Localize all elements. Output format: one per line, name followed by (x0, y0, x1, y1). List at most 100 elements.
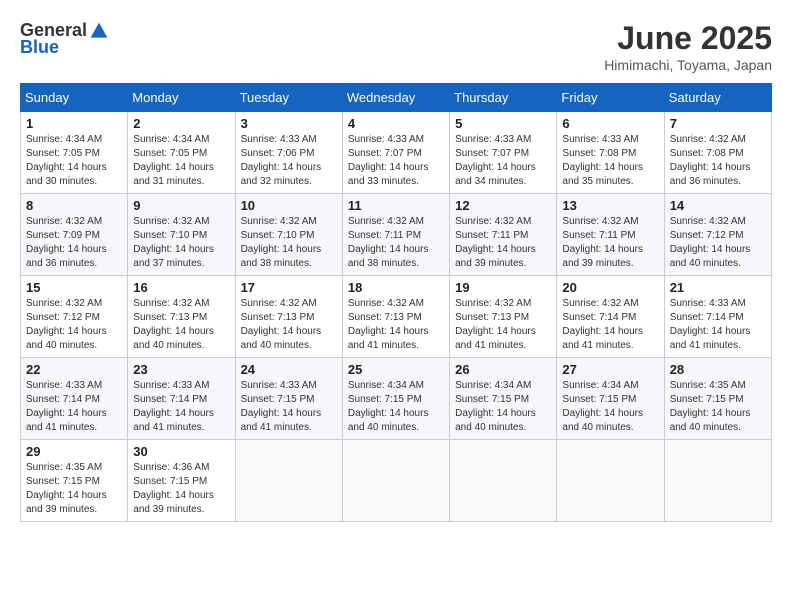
calendar-day-cell (450, 440, 557, 522)
calendar-day-cell: 21 Sunrise: 4:33 AM Sunset: 7:14 PM Dayl… (664, 276, 771, 358)
day-info: Sunrise: 4:33 AM Sunset: 7:08 PM Dayligh… (562, 133, 658, 189)
day-info: Sunrise: 4:32 AM Sunset: 7:11 PM Dayligh… (348, 215, 444, 271)
calendar-day-cell: 15 Sunrise: 4:32 AM Sunset: 7:12 PM Dayl… (21, 276, 128, 358)
day-number: 26 (455, 362, 551, 377)
calendar-day-cell: 29 Sunrise: 4:35 AM Sunset: 7:15 PM Dayl… (21, 440, 128, 522)
calendar-day-cell: 1 Sunrise: 4:34 AM Sunset: 7:05 PM Dayli… (21, 112, 128, 194)
day-number: 18 (348, 280, 444, 295)
calendar-day-cell (235, 440, 342, 522)
calendar-day-cell: 26 Sunrise: 4:34 AM Sunset: 7:15 PM Dayl… (450, 358, 557, 440)
calendar-day-cell: 23 Sunrise: 4:33 AM Sunset: 7:14 PM Dayl… (128, 358, 235, 440)
day-info: Sunrise: 4:33 AM Sunset: 7:07 PM Dayligh… (455, 133, 551, 189)
calendar-week-row: 8 Sunrise: 4:32 AM Sunset: 7:09 PM Dayli… (21, 194, 772, 276)
title-block: June 2025 Himimachi, Toyama, Japan (604, 20, 772, 73)
day-info: Sunrise: 4:32 AM Sunset: 7:12 PM Dayligh… (670, 215, 766, 271)
day-number: 20 (562, 280, 658, 295)
logo-icon (89, 21, 109, 41)
calendar-day-cell: 5 Sunrise: 4:33 AM Sunset: 7:07 PM Dayli… (450, 112, 557, 194)
calendar-day-cell: 25 Sunrise: 4:34 AM Sunset: 7:15 PM Dayl… (342, 358, 449, 440)
calendar-day-cell: 7 Sunrise: 4:32 AM Sunset: 7:08 PM Dayli… (664, 112, 771, 194)
calendar-day-cell: 9 Sunrise: 4:32 AM Sunset: 7:10 PM Dayli… (128, 194, 235, 276)
col-thursday: Thursday (450, 84, 557, 112)
calendar-day-cell: 14 Sunrise: 4:32 AM Sunset: 7:12 PM Dayl… (664, 194, 771, 276)
calendar-week-row: 22 Sunrise: 4:33 AM Sunset: 7:14 PM Dayl… (21, 358, 772, 440)
day-info: Sunrise: 4:32 AM Sunset: 7:13 PM Dayligh… (133, 297, 229, 353)
day-number: 1 (26, 116, 122, 131)
calendar-week-row: 29 Sunrise: 4:35 AM Sunset: 7:15 PM Dayl… (21, 440, 772, 522)
calendar-day-cell: 19 Sunrise: 4:32 AM Sunset: 7:13 PM Dayl… (450, 276, 557, 358)
calendar-day-cell (342, 440, 449, 522)
col-sunday: Sunday (21, 84, 128, 112)
calendar-header-row: Sunday Monday Tuesday Wednesday Thursday… (21, 84, 772, 112)
col-monday: Monday (128, 84, 235, 112)
day-info: Sunrise: 4:35 AM Sunset: 7:15 PM Dayligh… (670, 379, 766, 435)
day-number: 28 (670, 362, 766, 377)
calendar-location: Himimachi, Toyama, Japan (604, 57, 772, 73)
calendar-week-row: 15 Sunrise: 4:32 AM Sunset: 7:12 PM Dayl… (21, 276, 772, 358)
calendar-table: Sunday Monday Tuesday Wednesday Thursday… (20, 83, 772, 522)
day-number: 29 (26, 444, 122, 459)
calendar-day-cell: 17 Sunrise: 4:32 AM Sunset: 7:13 PM Dayl… (235, 276, 342, 358)
day-info: Sunrise: 4:32 AM Sunset: 7:14 PM Dayligh… (562, 297, 658, 353)
day-number: 19 (455, 280, 551, 295)
day-info: Sunrise: 4:33 AM Sunset: 7:14 PM Dayligh… (26, 379, 122, 435)
day-info: Sunrise: 4:32 AM Sunset: 7:12 PM Dayligh… (26, 297, 122, 353)
day-info: Sunrise: 4:32 AM Sunset: 7:09 PM Dayligh… (26, 215, 122, 271)
day-info: Sunrise: 4:34 AM Sunset: 7:05 PM Dayligh… (26, 133, 122, 189)
day-number: 12 (455, 198, 551, 213)
calendar-week-row: 1 Sunrise: 4:34 AM Sunset: 7:05 PM Dayli… (21, 112, 772, 194)
calendar-day-cell: 6 Sunrise: 4:33 AM Sunset: 7:08 PM Dayli… (557, 112, 664, 194)
day-info: Sunrise: 4:32 AM Sunset: 7:13 PM Dayligh… (241, 297, 337, 353)
day-number: 11 (348, 198, 444, 213)
calendar-day-cell: 16 Sunrise: 4:32 AM Sunset: 7:13 PM Dayl… (128, 276, 235, 358)
day-info: Sunrise: 4:34 AM Sunset: 7:15 PM Dayligh… (562, 379, 658, 435)
day-number: 9 (133, 198, 229, 213)
calendar-day-cell: 20 Sunrise: 4:32 AM Sunset: 7:14 PM Dayl… (557, 276, 664, 358)
calendar-day-cell: 4 Sunrise: 4:33 AM Sunset: 7:07 PM Dayli… (342, 112, 449, 194)
day-info: Sunrise: 4:34 AM Sunset: 7:05 PM Dayligh… (133, 133, 229, 189)
day-info: Sunrise: 4:33 AM Sunset: 7:06 PM Dayligh… (241, 133, 337, 189)
day-number: 24 (241, 362, 337, 377)
calendar-day-cell: 3 Sunrise: 4:33 AM Sunset: 7:06 PM Dayli… (235, 112, 342, 194)
day-number: 3 (241, 116, 337, 131)
calendar-day-cell: 13 Sunrise: 4:32 AM Sunset: 7:11 PM Dayl… (557, 194, 664, 276)
day-number: 30 (133, 444, 229, 459)
day-number: 4 (348, 116, 444, 131)
col-friday: Friday (557, 84, 664, 112)
day-info: Sunrise: 4:33 AM Sunset: 7:07 PM Dayligh… (348, 133, 444, 189)
col-tuesday: Tuesday (235, 84, 342, 112)
logo-blue-text: Blue (20, 37, 59, 58)
day-info: Sunrise: 4:33 AM Sunset: 7:14 PM Dayligh… (133, 379, 229, 435)
calendar-day-cell: 12 Sunrise: 4:32 AM Sunset: 7:11 PM Dayl… (450, 194, 557, 276)
day-info: Sunrise: 4:32 AM Sunset: 7:08 PM Dayligh… (670, 133, 766, 189)
day-info: Sunrise: 4:32 AM Sunset: 7:11 PM Dayligh… (562, 215, 658, 271)
day-info: Sunrise: 4:32 AM Sunset: 7:10 PM Dayligh… (133, 215, 229, 271)
day-number: 7 (670, 116, 766, 131)
calendar-day-cell: 2 Sunrise: 4:34 AM Sunset: 7:05 PM Dayli… (128, 112, 235, 194)
col-saturday: Saturday (664, 84, 771, 112)
calendar-title: June 2025 (604, 20, 772, 57)
day-info: Sunrise: 4:35 AM Sunset: 7:15 PM Dayligh… (26, 461, 122, 517)
calendar-day-cell (664, 440, 771, 522)
calendar-day-cell (557, 440, 664, 522)
day-number: 10 (241, 198, 337, 213)
calendar-day-cell: 30 Sunrise: 4:36 AM Sunset: 7:15 PM Dayl… (128, 440, 235, 522)
day-info: Sunrise: 4:36 AM Sunset: 7:15 PM Dayligh… (133, 461, 229, 517)
day-number: 15 (26, 280, 122, 295)
calendar-day-cell: 22 Sunrise: 4:33 AM Sunset: 7:14 PM Dayl… (21, 358, 128, 440)
calendar-day-cell: 10 Sunrise: 4:32 AM Sunset: 7:10 PM Dayl… (235, 194, 342, 276)
day-number: 25 (348, 362, 444, 377)
day-number: 14 (670, 198, 766, 213)
day-info: Sunrise: 4:34 AM Sunset: 7:15 PM Dayligh… (348, 379, 444, 435)
col-wednesday: Wednesday (342, 84, 449, 112)
day-number: 13 (562, 198, 658, 213)
calendar-day-cell: 11 Sunrise: 4:32 AM Sunset: 7:11 PM Dayl… (342, 194, 449, 276)
calendar-day-cell: 8 Sunrise: 4:32 AM Sunset: 7:09 PM Dayli… (21, 194, 128, 276)
day-number: 8 (26, 198, 122, 213)
day-info: Sunrise: 4:33 AM Sunset: 7:15 PM Dayligh… (241, 379, 337, 435)
page-header: General Blue June 2025 Himimachi, Toyama… (20, 20, 772, 73)
day-number: 21 (670, 280, 766, 295)
day-number: 16 (133, 280, 229, 295)
day-number: 17 (241, 280, 337, 295)
day-number: 6 (562, 116, 658, 131)
